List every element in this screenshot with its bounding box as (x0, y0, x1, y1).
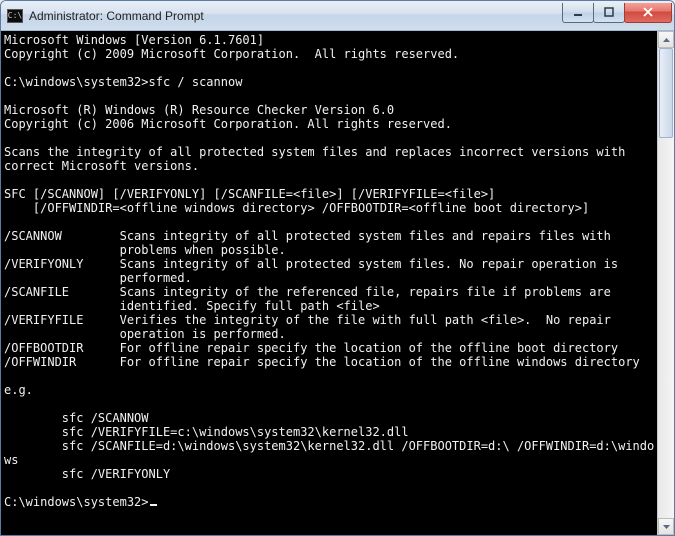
terminal-area: Microsoft Windows [Version 6.1.7601] Cop… (1, 31, 674, 535)
chevron-down-icon (663, 525, 670, 529)
window-title: Administrator: Command Prompt (29, 9, 557, 23)
scroll-track[interactable] (658, 48, 674, 518)
maximize-button[interactable] (593, 3, 625, 23)
scroll-thumb[interactable] (659, 48, 673, 138)
titlebar[interactable]: C:\ Administrator: Command Prompt (1, 1, 674, 31)
terminal-output[interactable]: Microsoft Windows [Version 6.1.7601] Cop… (1, 31, 657, 535)
vertical-scrollbar[interactable] (657, 31, 674, 535)
minimize-icon (573, 7, 583, 17)
cmd-icon: C:\ (7, 9, 23, 23)
close-button[interactable] (624, 3, 672, 23)
chevron-up-icon (663, 38, 670, 42)
scroll-down-button[interactable] (658, 518, 674, 535)
window-controls (563, 3, 672, 23)
scroll-up-button[interactable] (658, 31, 674, 48)
command-prompt-window: C:\ Administrator: Command Prompt Micros… (0, 0, 675, 536)
close-icon (642, 7, 654, 17)
cursor (150, 504, 157, 506)
maximize-icon (604, 7, 614, 17)
minimize-button[interactable] (562, 3, 594, 23)
